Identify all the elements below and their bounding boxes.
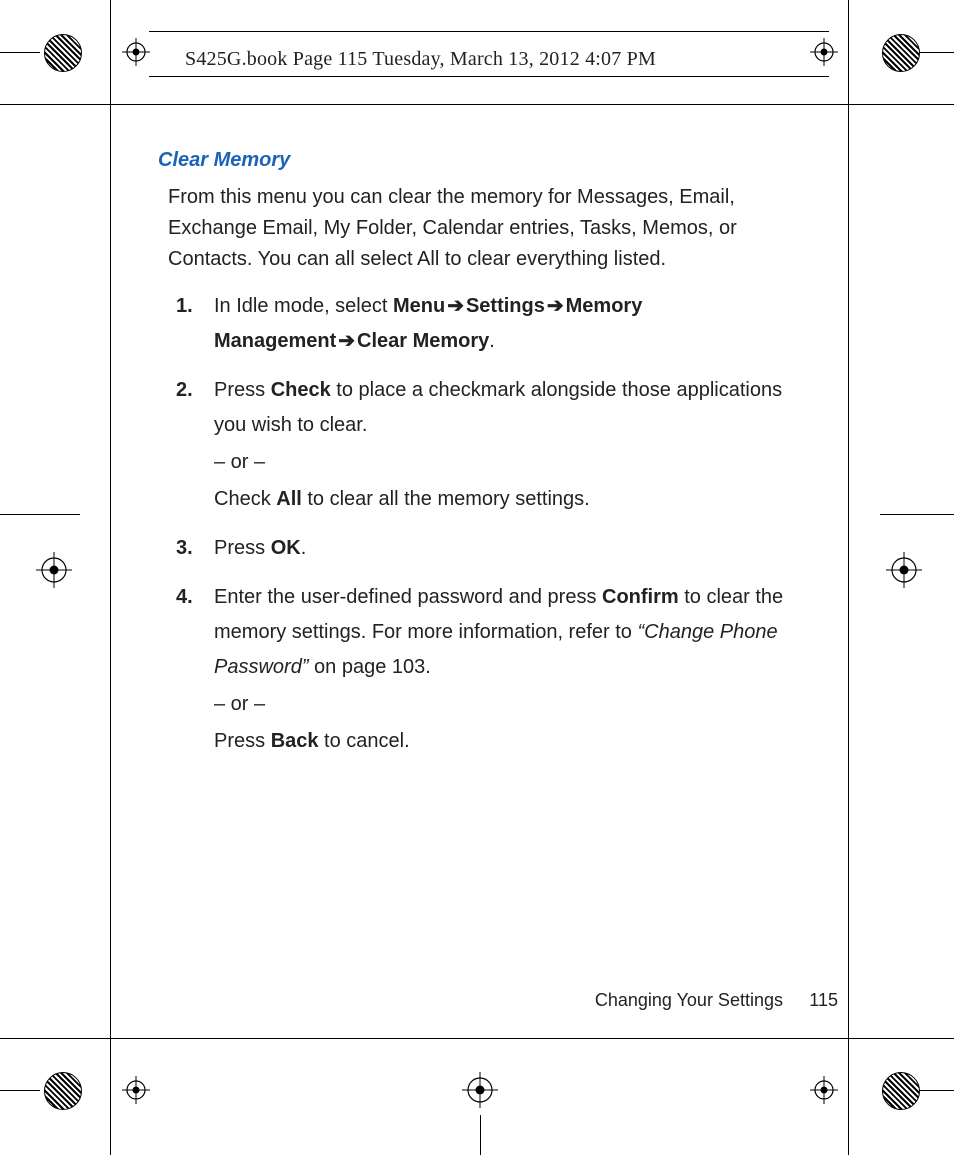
crop-line — [110, 0, 111, 1155]
ui-label: All — [276, 488, 302, 510]
page-footer: Changing Your Settings 115 — [0, 990, 954, 1011]
crop-tick — [0, 514, 80, 515]
step-text: Enter the user-defined password and pres… — [214, 586, 602, 608]
crop-line — [0, 1038, 954, 1039]
crop-tick — [0, 1090, 40, 1091]
or-divider: – or – — [214, 687, 808, 722]
ui-label: Confirm — [602, 586, 679, 608]
crop-tick — [880, 514, 954, 515]
crop-tick — [920, 1090, 954, 1091]
page-number: 115 — [788, 990, 838, 1011]
header-rule — [149, 76, 829, 77]
step-text: . — [301, 537, 307, 559]
step-list: In Idle mode, select Menu➔Settings➔Memor… — [168, 289, 808, 759]
step-4: Enter the user-defined password and pres… — [168, 580, 808, 759]
crop-line — [848, 0, 849, 1155]
step-text: to clear all the memory settings. — [302, 488, 590, 510]
step-2: Press Check to place a checkmark alongsi… — [168, 373, 808, 517]
ui-label: Back — [271, 730, 319, 752]
registration-mark-icon — [36, 552, 72, 588]
crop-tick — [920, 52, 954, 53]
crop-line — [0, 104, 954, 105]
step-text: In Idle mode, select — [214, 295, 393, 317]
step-text: . — [489, 330, 495, 352]
page-body: Clear Memory From this menu you can clea… — [158, 145, 808, 773]
ui-label: Menu — [393, 295, 445, 317]
corner-disc-icon — [44, 34, 82, 72]
step-text: Press — [214, 537, 271, 559]
registration-mark-icon — [886, 552, 922, 588]
step-text: on page 103. — [314, 656, 431, 678]
step-text: Press — [214, 379, 271, 401]
step-3: Press OK. — [168, 531, 808, 566]
step-text: Press — [214, 730, 271, 752]
crop-tick — [480, 1115, 481, 1155]
registration-mark-icon — [810, 38, 838, 66]
corner-disc-icon — [882, 34, 920, 72]
arrow-icon: ➔ — [445, 295, 466, 317]
registration-mark-icon — [122, 38, 150, 66]
header-rule — [149, 31, 829, 32]
or-divider: – or – — [214, 445, 808, 480]
arrow-icon: ➔ — [336, 330, 357, 352]
ui-label: Check — [271, 379, 331, 401]
ui-label: OK — [271, 537, 301, 559]
ui-label: Settings — [466, 295, 545, 317]
ui-label: Clear Memory — [357, 330, 489, 352]
page-slug: S425G.book Page 115 Tuesday, March 13, 2… — [185, 48, 656, 71]
section-heading: Clear Memory — [158, 145, 808, 176]
arrow-icon: ➔ — [545, 295, 566, 317]
registration-mark-icon — [810, 1076, 838, 1104]
corner-disc-icon — [44, 1072, 82, 1110]
step-1: In Idle mode, select Menu➔Settings➔Memor… — [168, 289, 808, 359]
registration-mark-icon — [462, 1072, 498, 1108]
step-text: Check — [214, 488, 276, 510]
registration-mark-icon — [122, 1076, 150, 1104]
intro-paragraph: From this menu you can clear the memory … — [168, 182, 808, 275]
footer-chapter: Changing Your Settings — [595, 990, 783, 1010]
corner-disc-icon — [882, 1072, 920, 1110]
step-text: to cancel. — [319, 730, 410, 752]
crop-tick — [0, 52, 40, 53]
